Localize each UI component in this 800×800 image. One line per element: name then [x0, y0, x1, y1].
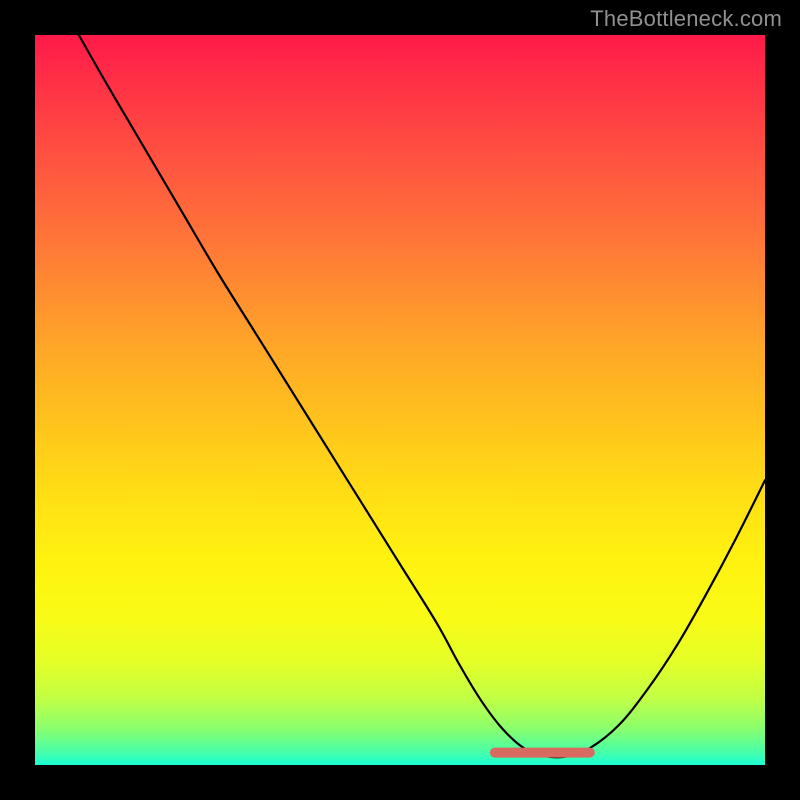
chart-frame: TheBottleneck.com [0, 0, 800, 800]
bottleneck-curve [79, 35, 765, 757]
watermark: TheBottleneck.com [590, 6, 782, 32]
curve-layer [35, 35, 765, 765]
watermark-text: TheBottleneck.com [590, 6, 782, 31]
plot-area [35, 35, 765, 765]
